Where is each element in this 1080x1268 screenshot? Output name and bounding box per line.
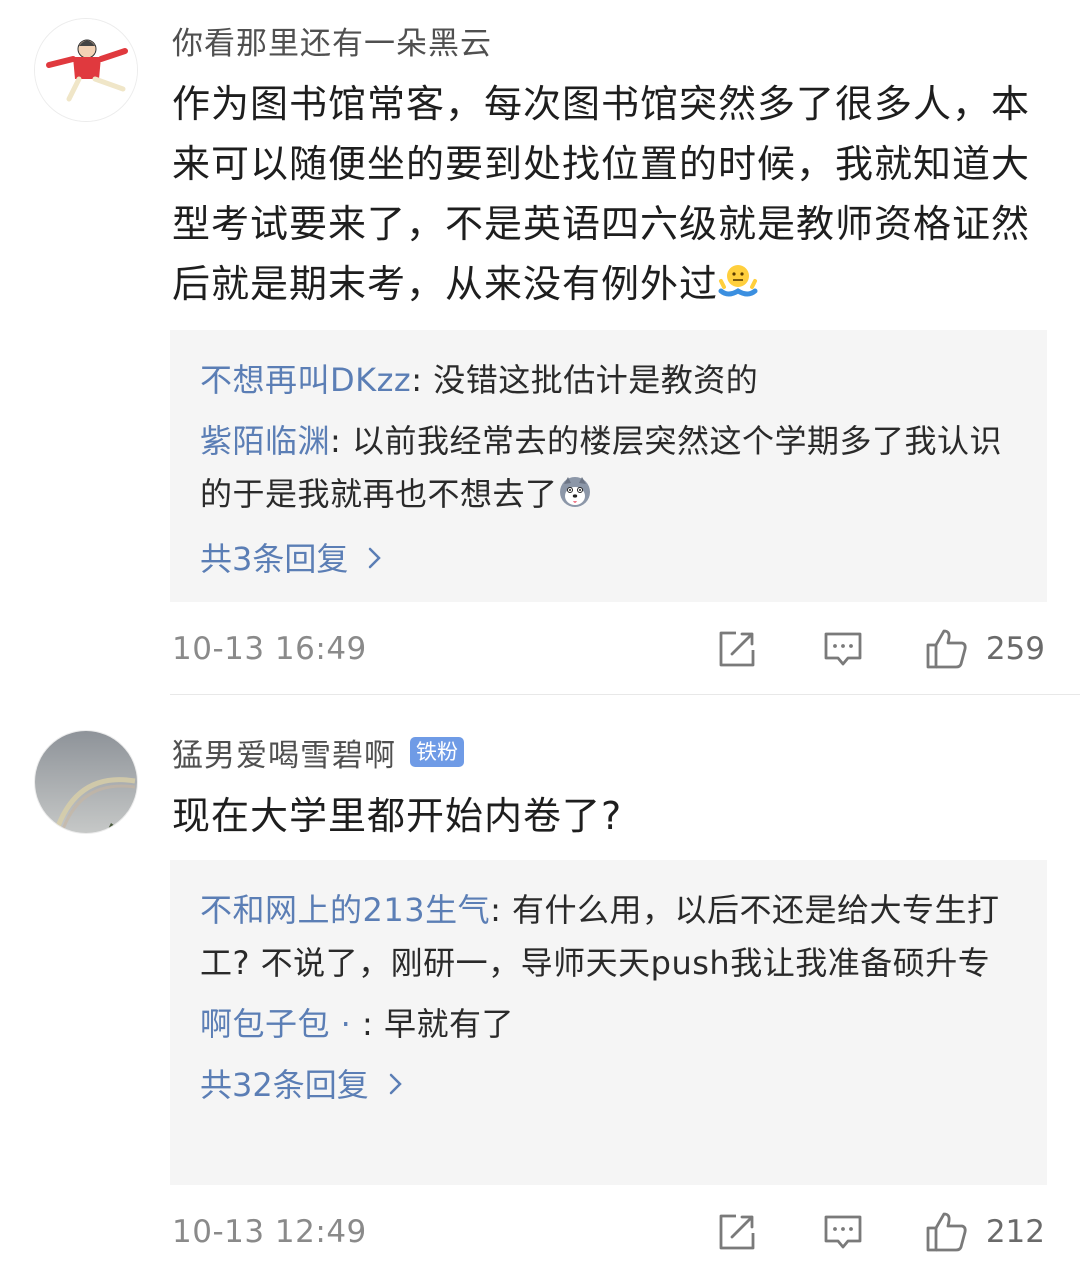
reply-button[interactable] xyxy=(822,1211,864,1253)
author-row: 你看那里还有一朵黑云 xyxy=(172,18,492,62)
avatar[interactable] xyxy=(34,730,138,834)
reply-item[interactable]: 不和网上的213生气: 有什么用，以后不还是给大专生打工? 不说了，刚研一，导师… xyxy=(200,884,1017,990)
avatar[interactable] xyxy=(34,18,138,122)
comment-text-content: 作为图书馆常客，每次图书馆突然多了很多人，本来可以随便坐的要到处找位置的时候，我… xyxy=(172,82,1031,306)
reply-author[interactable]: 紫陌临渊 xyxy=(200,422,330,460)
comment-footer: 10-13 16:49 259 xyxy=(172,624,1045,674)
stick-figure-avatar-icon xyxy=(35,19,137,121)
reply-separator: : xyxy=(490,891,513,929)
reply-text: 没错这批估计是教资的 xyxy=(433,361,759,399)
thumbs-up-icon xyxy=(926,629,967,669)
share-button[interactable] xyxy=(716,628,758,670)
comment-text-content: 现在大学里都开始内卷了? xyxy=(172,794,623,838)
sky-rainbow-avatar-icon xyxy=(35,731,137,833)
reply-item[interactable]: 啊包子包 · : 早就有了 xyxy=(200,998,1017,1051)
reply-author[interactable]: 不想再叫DKzz xyxy=(200,361,411,399)
comment-text: 现在大学里都开始内卷了? xyxy=(172,786,1032,846)
share-icon xyxy=(719,1214,755,1250)
reply-button[interactable] xyxy=(822,628,864,670)
view-all-replies-link[interactable]: 共32条回复 xyxy=(200,1059,1017,1112)
comment-icon xyxy=(824,1215,862,1249)
shrug-emoji-icon xyxy=(718,258,758,318)
like-count: 212 xyxy=(985,1214,1045,1250)
comment-time: 10-13 16:49 xyxy=(172,631,367,667)
comment-icon xyxy=(824,632,862,666)
comment-text: 作为图书馆常客，每次图书馆突然多了很多人，本来可以随便坐的要到处找位置的时候，我… xyxy=(172,74,1032,318)
reply-item[interactable]: 不想再叫DKzz: 没错这批估计是教资的 xyxy=(200,354,1017,407)
reply-count-label: 共3条回复 xyxy=(200,540,349,578)
fan-badge: 铁粉 xyxy=(410,737,464,767)
reply-separator: : xyxy=(330,422,352,460)
husky-emoji-icon xyxy=(558,472,592,525)
like-button[interactable]: 259 xyxy=(924,627,1045,671)
reply-box: 不和网上的213生气: 有什么用，以后不还是给大专生打工? 不说了，刚研一，导师… xyxy=(170,860,1047,1185)
chevron-right-icon xyxy=(368,533,382,586)
comment-divider xyxy=(170,694,1080,695)
chevron-right-icon xyxy=(389,1059,403,1112)
reply-separator: : xyxy=(362,1005,384,1043)
reply-item[interactable]: 紫陌临渊: 以前我经常去的楼层突然这个学期多了我认识的于是我就再也不想去了 xyxy=(200,415,1017,525)
reply-author[interactable]: 不和网上的213生气 xyxy=(200,891,490,929)
comment-footer: 10-13 12:49 212 xyxy=(172,1207,1045,1257)
share-icon xyxy=(719,631,755,667)
reply-text: 早就有了 xyxy=(383,1005,514,1043)
reply-box: 不想再叫DKzz: 没错这批估计是教资的 紫陌临渊: 以前我经常去的楼层突然这个… xyxy=(170,330,1047,602)
author-name[interactable]: 你看那里还有一朵黑云 xyxy=(172,18,492,63)
reply-count-label: 共32条回复 xyxy=(200,1066,369,1104)
like-count: 259 xyxy=(985,631,1045,667)
thumbs-up-icon xyxy=(926,1212,967,1252)
comment-time: 10-13 12:49 xyxy=(172,1214,367,1250)
author-row: 猛男爱喝雪碧啊 铁粉 xyxy=(172,730,464,774)
reply-separator: : xyxy=(411,361,434,399)
view-all-replies-link[interactable]: 共3条回复 xyxy=(200,533,1017,586)
author-name[interactable]: 猛男爱喝雪碧啊 xyxy=(172,730,396,775)
share-button[interactable] xyxy=(716,1211,758,1253)
like-button[interactable]: 212 xyxy=(924,1210,1045,1254)
reply-author[interactable]: 啊包子包 · xyxy=(200,1005,362,1043)
